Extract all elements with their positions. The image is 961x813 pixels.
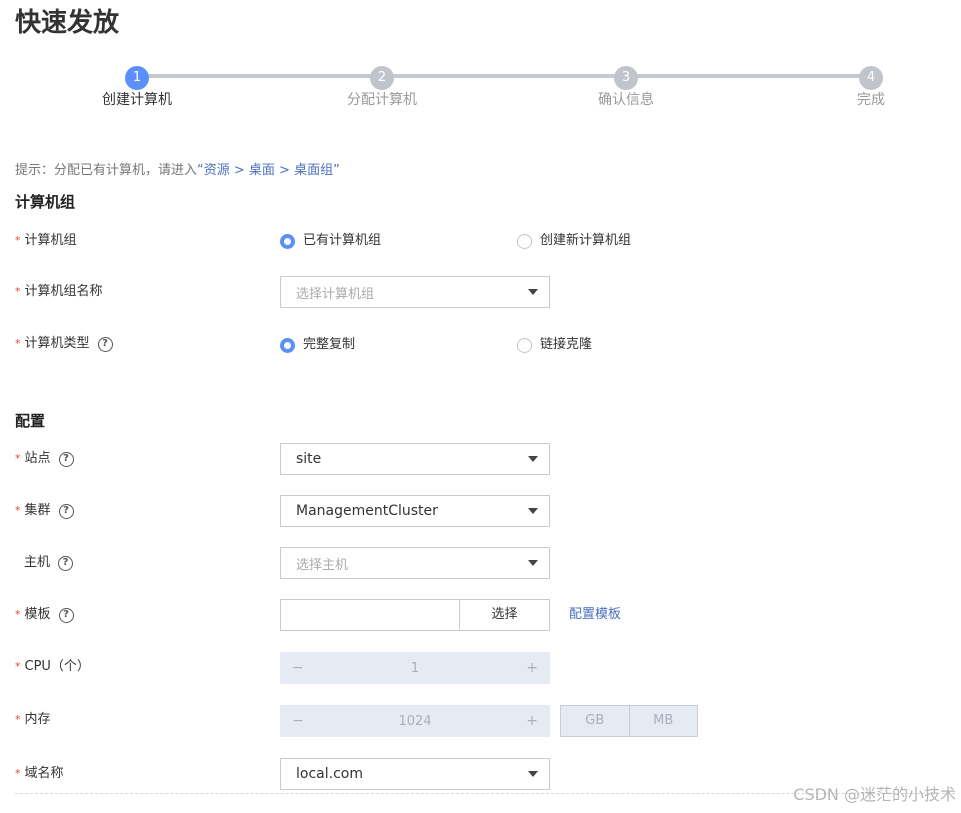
resource-desktop-group-link[interactable]: “资源 > 桌面 > 桌面组” <box>197 163 340 178</box>
required-mark: * <box>15 234 21 247</box>
create-group-radio[interactable]: 创建新计算机组 <box>517 231 631 251</box>
template-label: * 模板? <box>15 605 74 625</box>
memory-label-text: 内存 <box>24 712 51 727</box>
template-input[interactable] <box>280 599 460 631</box>
create-group-radio-label: 创建新计算机组 <box>540 233 632 248</box>
cpu-label: * CPU（个） <box>15 657 90 677</box>
required-mark: * <box>15 452 21 465</box>
chevron-down-icon <box>528 289 538 295</box>
plus-icon[interactable]: + <box>526 660 538 676</box>
cluster-value: ManagementCluster <box>296 503 438 519</box>
host-label-text: 主机 <box>24 555 51 570</box>
radio-checked-icon <box>280 337 295 353</box>
step-4-label: 完成 <box>857 92 885 108</box>
cluster-label: * 集群? <box>15 501 74 521</box>
radio-unchecked-icon <box>517 337 532 353</box>
domain-value: local.com <box>296 766 363 782</box>
site-select[interactable]: site <box>280 443 550 475</box>
step-2-indicator: 2 <box>370 66 394 90</box>
radio-checked-icon <box>280 233 295 249</box>
host-select[interactable]: 选择主机 <box>280 547 550 579</box>
computer-group-label: * 计算机组 <box>15 231 77 251</box>
site-label-text: 站点 <box>24 451 51 466</box>
chevron-down-icon <box>528 456 538 462</box>
radio-unchecked-icon <box>517 233 532 249</box>
host-placeholder: 选择主机 <box>296 557 349 573</box>
step-3-indicator: 3 <box>614 66 638 90</box>
site-label: * 站点? <box>15 449 74 469</box>
template-label-text: 模板 <box>24 607 51 622</box>
domain-label-text: 域名称 <box>24 766 64 781</box>
help-icon[interactable]: ? <box>58 503 74 519</box>
page-title: 快速发放 <box>15 8 120 38</box>
step-1-label: 创建计算机 <box>102 92 172 108</box>
memory-label: * 内存 <box>15 710 51 730</box>
section-title-config: 配置 <box>15 412 46 430</box>
required-mark: * <box>15 337 21 350</box>
chevron-down-icon <box>528 771 538 777</box>
required-mark: * <box>15 504 21 517</box>
host-label: 主机? <box>15 553 74 573</box>
help-icon[interactable]: ? <box>58 607 74 623</box>
watermark: CSDN @迷茫的小技术 <box>793 785 956 804</box>
linked-clone-radio-label: 链接克隆 <box>540 337 593 352</box>
cluster-label-text: 集群 <box>24 503 51 518</box>
existing-group-radio-label: 已有计算机组 <box>303 233 382 248</box>
computer-type-label: * 计算机类型? <box>15 334 113 354</box>
hint-text: 提示：分配已有计算机，请进入“资源 > 桌面 > 桌面组” <box>15 161 340 181</box>
group-name-label-text: 计算机组名称 <box>24 284 103 299</box>
required-mark: * <box>15 285 21 298</box>
help-icon[interactable]: ? <box>58 451 74 467</box>
required-mark: * <box>15 767 21 780</box>
group-name-placeholder: 选择计算机组 <box>296 286 375 302</box>
cluster-select[interactable]: ManagementCluster <box>280 495 550 527</box>
chevron-down-icon <box>528 560 538 566</box>
domain-select[interactable]: local.com <box>280 758 550 790</box>
memory-value[interactable]: 1024 <box>304 714 527 729</box>
step-2-label: 分配计算机 <box>347 92 417 108</box>
cpu-stepper[interactable]: − 1 + <box>280 652 550 684</box>
step-1-indicator: 1 <box>125 66 149 90</box>
unit-gb-button[interactable]: GB <box>561 706 629 736</box>
template-select-button[interactable]: 选择 <box>459 599 550 631</box>
computer-type-label-text: 计算机类型 <box>24 336 90 351</box>
plus-icon[interactable]: + <box>526 713 538 729</box>
group-name-label: * 计算机组名称 <box>15 282 103 302</box>
required-mark: * <box>15 660 21 673</box>
unit-mb-button[interactable]: MB <box>628 706 698 736</box>
linked-clone-radio[interactable]: 链接克隆 <box>517 335 592 355</box>
help-icon[interactable]: ? <box>97 336 113 352</box>
step-3-label: 确认信息 <box>598 92 654 108</box>
existing-group-radio[interactable]: 已有计算机组 <box>280 231 381 251</box>
required-mark: * <box>15 713 21 726</box>
computer-group-label-text: 计算机组 <box>24 233 77 248</box>
chevron-down-icon <box>528 508 538 514</box>
config-template-link[interactable]: 配置模板 <box>569 605 621 625</box>
required-mark: * <box>15 608 21 621</box>
section-title-computer-group: 计算机组 <box>15 193 76 211</box>
help-icon[interactable]: ? <box>58 555 74 571</box>
group-name-select[interactable]: 选择计算机组 <box>280 276 550 308</box>
full-copy-radio-label: 完整复制 <box>303 337 356 352</box>
minus-icon[interactable]: − <box>292 660 304 676</box>
domain-label: * 域名称 <box>15 764 64 784</box>
cpu-value[interactable]: 1 <box>304 661 527 676</box>
hint-prefix: 提示：分配已有计算机，请进入 <box>15 163 198 178</box>
step-4-indicator: 4 <box>859 66 883 90</box>
step-track <box>137 74 872 78</box>
minus-icon[interactable]: − <box>292 713 304 729</box>
memory-unit-toggle[interactable]: GB MB <box>560 705 698 737</box>
full-copy-radio[interactable]: 完整复制 <box>280 335 355 355</box>
cpu-label-text: CPU（个） <box>24 659 90 674</box>
memory-stepper[interactable]: − 1024 + <box>280 705 550 737</box>
site-value: site <box>296 451 322 467</box>
